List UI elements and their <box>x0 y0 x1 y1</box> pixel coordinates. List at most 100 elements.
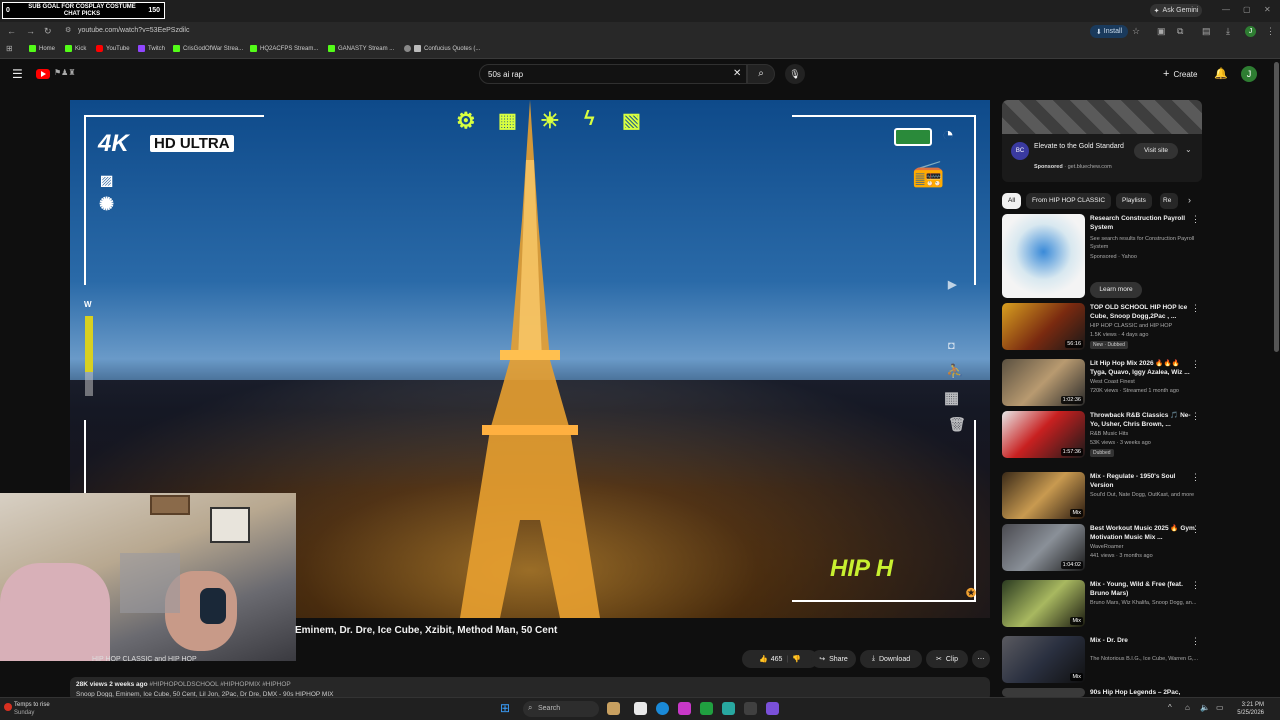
bookmark-ganasty[interactable]: GANASTY Stream ... <box>328 45 394 52</box>
description-meta: 28K views 2 weeks ago #HIPHOPOLDSCHOOL #… <box>76 681 291 688</box>
close-icon[interactable]: ✕ <box>1264 5 1271 14</box>
chip-related[interactable]: Re <box>1160 193 1178 209</box>
windows-taskbar: Temps to rise Sunday ⊞ Search ⌕ ^ ⌂ 🔈 ▭ 3… <box>0 697 1280 720</box>
rec-meta: 53K views · 3 weeks ago <box>1090 440 1151 446</box>
recommendation-item[interactable]: 1:57:36 Throwback R&B Classics 🎵 Ne-Yo, … <box>1002 411 1202 461</box>
app-icon[interactable] <box>678 702 691 715</box>
puzzle-icon[interactable]: ⧉ <box>1177 26 1183 37</box>
like-button[interactable]: 👍 465 <box>759 655 782 664</box>
network-icon[interactable]: ⌂ <box>1185 703 1190 712</box>
url-field[interactable]: youtube.com/watch?v=53EePSzdilc <box>78 27 189 34</box>
app4-icon[interactable] <box>766 702 779 715</box>
taskbar-search[interactable]: Search <box>523 701 599 717</box>
chip-from-channel[interactable]: From HIP HOP CLASSIC <box>1026 193 1112 209</box>
chevron-right-icon[interactable]: › <box>1188 195 1191 205</box>
windows-start-icon[interactable]: ⊞ <box>500 701 510 715</box>
voice-search-button[interactable]: 🎙 <box>785 64 805 84</box>
weather-widget[interactable]: Temps to rise Sunday <box>14 701 50 717</box>
site-info-icon[interactable]: ⚙ <box>65 26 71 34</box>
sidebar-ad[interactable]: BC Elevate to the Gold Standard Sponsore… <box>1002 100 1202 182</box>
thumbnail: Mix <box>1002 580 1085 627</box>
recommendation-item[interactable]: Mix Mix - Young, Wild & Free (feat. Brun… <box>1002 580 1202 628</box>
forward-icon[interactable]: → <box>26 26 35 36</box>
channel-name[interactable]: HIP HOP CLASSIC and HIP HOP <box>92 656 197 663</box>
more-options-icon[interactable]: ⋮ <box>1191 580 1200 591</box>
recommendation-item[interactable]: Mix Mix - Dr. Dre The Notorious B.I.G., … <box>1002 636 1202 684</box>
app3-icon[interactable] <box>744 702 757 715</box>
recommendation-item[interactable]: Mix Mix - Regulate - 1950's Soul Version… <box>1002 472 1202 520</box>
install-button[interactable]: ⬇ Install <box>1090 25 1128 38</box>
learn-more-button[interactable]: Learn more <box>1090 282 1142 298</box>
weather-icon[interactable] <box>4 703 12 711</box>
more-options-icon[interactable]: ⋮ <box>1191 359 1200 370</box>
apps-grid-icon[interactable]: ⊞ <box>6 44 13 53</box>
profile-avatar[interactable]: J <box>1245 26 1256 37</box>
bookmark-crisgodofwar[interactable]: CrisGodOfWar Strea... <box>173 45 243 52</box>
xbox-icon[interactable] <box>700 702 713 715</box>
recommendation-item[interactable]: 1:04:02 Best Workout Music 2025 🔥 Gym Mo… <box>1002 524 1202 572</box>
hamburger-menu-icon[interactable]: ☰ <box>12 67 23 81</box>
bookmark-home[interactable]: Home <box>29 45 55 52</box>
sub-goal-label: SUB GOAL FOR COSPLAY COSTUME CHAT PICKS <box>28 4 136 17</box>
doodle-logo-icon[interactable]: ⚑♟♜ <box>54 68 76 77</box>
more-options-icon[interactable]: ⋮ <box>1191 214 1200 225</box>
more-actions-button[interactable]: ⋯ <box>972 650 990 668</box>
reload-icon[interactable]: ↻ <box>44 26 52 37</box>
clip-button[interactable]: ✂ Clip <box>926 650 968 668</box>
bookmark-confucius[interactable]: Confucius Quotes (... <box>404 45 480 52</box>
search-input[interactable]: 50s ai rap <box>479 64 747 84</box>
task-view-icon[interactable] <box>634 702 647 715</box>
notifications-bell-icon[interactable]: 🔔 <box>1214 67 1228 80</box>
menu-dots-icon[interactable]: ⋮ <box>1266 26 1275 37</box>
battery-tray-icon[interactable]: ▭ <box>1216 703 1224 712</box>
taskbar-clock[interactable]: 3:21 PM 5/25/2026 <box>1237 701 1264 717</box>
account-avatar[interactable]: J <box>1241 66 1257 82</box>
bookmark-kick[interactable]: Kick <box>65 45 86 52</box>
clear-search-icon[interactable]: ✕ <box>733 68 741 79</box>
download-button[interactable]: ⤓ Download <box>860 650 922 668</box>
recommendation-item[interactable]: 1:02:36 Lit Hip Hop Mix 2026 🔥🔥🔥 Tyga, Q… <box>1002 359 1202 409</box>
sidebar-icon[interactable]: ▤ <box>1202 26 1211 37</box>
volume-icon[interactable]: 🔈 <box>1200 703 1210 712</box>
hiphop-overlay-text: HIP H <box>830 555 894 582</box>
tray-chevron-icon[interactable]: ^ <box>1168 703 1172 712</box>
more-options-icon[interactable]: ⋮ <box>1191 411 1200 422</box>
recommendation-item[interactable]: 90s Hip Hop Legends – 2Pac, <box>1002 688 1202 697</box>
chrome-icon[interactable] <box>656 702 669 715</box>
level-bar <box>85 316 93 372</box>
more-options-icon[interactable]: ⋮ <box>1191 472 1200 483</box>
visit-site-button[interactable]: Visit site <box>1134 143 1178 159</box>
eiffel-tower-graphic <box>460 100 600 618</box>
ad-title: Elevate to the Gold Standard <box>1034 143 1124 150</box>
download-icon[interactable]: ⤓ <box>1226 26 1230 37</box>
recommendation-item[interactable]: Research Construction Payroll System See… <box>1002 214 1202 298</box>
maximize-icon[interactable]: ▢ <box>1243 5 1251 14</box>
thumbnail: 56:16 <box>1002 303 1085 350</box>
dislike-button[interactable]: 👎 <box>792 655 801 663</box>
install-icon: ⬇ <box>1095 28 1102 36</box>
level-bar-track <box>85 372 93 396</box>
more-options-icon[interactable]: ⋮ <box>1191 524 1200 535</box>
bookmark-hq2acfps[interactable]: HQ2ACFPS Stream... <box>250 45 318 52</box>
recommendation-item[interactable]: 56:16 TOP OLD SCHOOL HIP HOP Ice Cube, S… <box>1002 303 1202 353</box>
back-icon[interactable]: ← <box>7 26 16 36</box>
extension-icon[interactable]: ▣ <box>1157 26 1166 37</box>
more-options-icon[interactable]: ⋮ <box>1191 303 1200 314</box>
create-button[interactable]: + Create <box>1163 68 1197 80</box>
bookmark-twitch[interactable]: Twitch <box>138 45 165 52</box>
share-button[interactable]: ↪ Share <box>811 650 856 668</box>
more-options-icon[interactable]: ⋮ <box>1191 636 1200 647</box>
widgets-icon[interactable] <box>607 702 620 715</box>
ask-gemini-button[interactable]: ✦ Ask Gemini <box>1150 4 1202 17</box>
chip-playlists[interactable]: Playlists <box>1116 193 1152 209</box>
search-button[interactable]: ⌕ <box>747 64 775 84</box>
page-scrollbar[interactable] <box>1274 62 1279 352</box>
rec-title: Research Construction Payroll System <box>1090 215 1185 231</box>
chevron-down-icon[interactable]: ⌄ <box>1185 145 1192 154</box>
bookmark-star-icon[interactable]: ☆ <box>1132 26 1140 37</box>
chip-all[interactable]: All <box>1002 193 1022 209</box>
bookmark-youtube[interactable]: YouTube <box>96 45 130 52</box>
app2-icon[interactable] <box>722 702 735 715</box>
kick-icon <box>328 45 335 52</box>
minimize-icon[interactable]: — <box>1222 5 1230 14</box>
